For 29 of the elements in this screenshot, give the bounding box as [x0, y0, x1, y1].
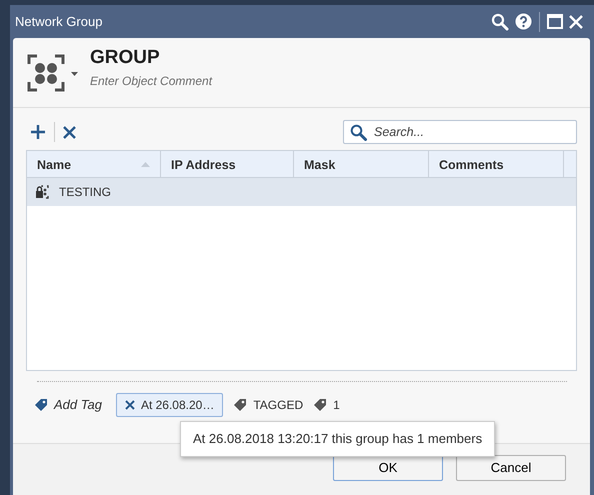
column-header[interactable]: Mask — [294, 151, 429, 177]
dialog-button[interactable]: OK — [333, 455, 443, 481]
table-cell-text: TESTING — [59, 184, 112, 201]
table-row[interactable]: TESTING — [27, 178, 576, 206]
group-icon — [27, 54, 65, 92]
tag-icon — [34, 398, 48, 412]
object-name: GROUP — [90, 48, 161, 69]
maximize-icon[interactable] — [544, 14, 566, 29]
comment-field[interactable]: Enter Object Comment — [90, 72, 340, 90]
dialog-button[interactable]: Cancel — [456, 455, 566, 481]
tooltip: At 26.08.2018 13:20:17 this group has 1 members — [180, 421, 496, 457]
tag-chip[interactable]: At 26.08.20… — [116, 393, 224, 417]
column-header[interactable]: Name — [27, 151, 161, 177]
sort-icon — [141, 162, 150, 167]
tag-icon — [233, 398, 248, 412]
close-icon[interactable] — [566, 14, 586, 28]
tag-label: At 26.08.20… — [140, 397, 214, 414]
search-icon — [350, 124, 367, 141]
tag-label: 1 — [333, 397, 340, 414]
column-header[interactable]: IP Address — [161, 151, 294, 177]
column-header[interactable]: Comments — [429, 151, 564, 177]
group-lock-icon — [35, 185, 49, 199]
remove-icon[interactable] — [124, 400, 135, 410]
tag-icon — [313, 398, 328, 412]
window-title: Network Group — [15, 12, 102, 31]
tag-label: TAGGED — [253, 397, 304, 414]
add-tag-button[interactable]: Add Tag — [30, 395, 106, 415]
caret-icon[interactable] — [71, 72, 78, 76]
search-field[interactable]: Search... — [343, 120, 577, 144]
